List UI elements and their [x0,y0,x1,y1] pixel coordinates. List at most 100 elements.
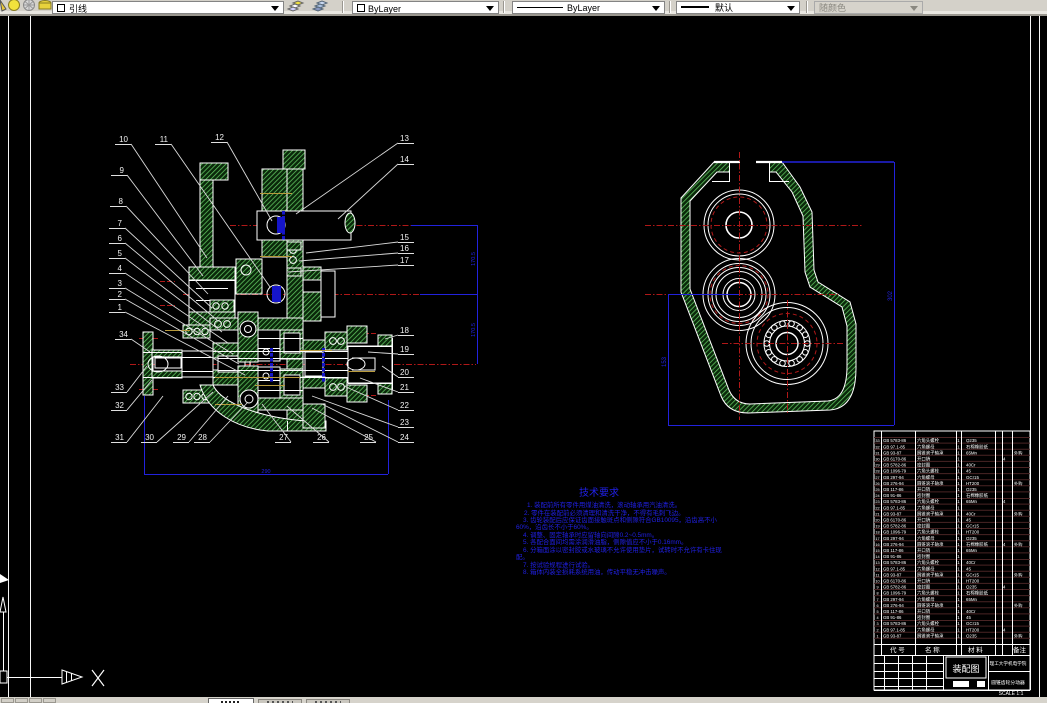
svg-text:6: 6 [118,234,123,243]
svg-text:34: 34 [119,330,128,339]
svg-text:GB 91-86: GB 91-86 [883,554,902,559]
svg-text:材 料: 材 料 [968,645,983,654]
svg-text:HT200: HT200 [966,530,980,535]
svg-text:40Cr: 40Cr [966,609,976,614]
svg-text:1: 1 [957,566,960,571]
svg-text:65Mn: 65Mn [966,499,978,504]
svg-text:19: 19 [400,345,409,354]
svg-text:GB 91-86: GB 91-86 [883,615,902,620]
svg-text:1: 1 [957,493,960,498]
svg-text:30: 30 [145,433,154,442]
svg-text:GB 97.1-85: GB 97.1-85 [883,627,906,632]
svg-text:GB 5783-86: GB 5783-86 [883,560,907,565]
svg-text:4: 4 [118,264,123,273]
svg-text:代 号: 代 号 [890,645,905,654]
svg-text:1: 1 [118,303,123,312]
svg-text:GB 93-87: GB 93-87 [883,572,902,577]
svg-text:圆锥齿轮分动器: 圆锥齿轮分动器 [991,679,1025,686]
svg-text:GB 5783-86: GB 5783-86 [883,621,907,626]
svg-text:8. 箱体内装全损耗系统用油，传动平稳无冲击噪声。: 8. 箱体内装全损耗系统用油，传动平稳无冲击噪声。 [523,567,671,576]
svg-text:1: 1 [957,627,960,632]
svg-text:65Mn: 65Mn [966,548,978,553]
svg-text:23: 23 [400,418,409,427]
svg-text:7. 按试验规程进行试验。: 7. 按试验规程进行试验。 [523,560,594,569]
svg-text:33: 33 [115,383,124,392]
svg-text:18: 18 [400,326,409,335]
svg-text:3. 齿轮装配后应保证齿面接触斑点和侧隙符合GB10095，: 3. 齿轮装配后应保证齿面接触斑点和侧隙符合GB10095，沿齿高不小 [523,515,717,524]
svg-text:GB 276-94: GB 276-94 [883,603,904,608]
svg-text:配。: 配。 [516,553,529,561]
svg-text:45: 45 [966,469,971,474]
svg-text:45: 45 [966,566,971,571]
svg-text:GB 117-86: GB 117-86 [883,609,904,614]
svg-text:4: 4 [1003,457,1006,462]
svg-text:10: 10 [119,135,128,144]
svg-text:理工大学机电学院: 理工大学机电学院 [990,660,1027,667]
svg-text:4: 4 [1003,585,1006,590]
svg-text:6. 分箱面涂以密封胶或水玻璃不允许使用垫片，试转时不允许有: 6. 分箱面涂以密封胶或水玻璃不允许使用垫片，试转时不允许有卡住现 [523,545,722,554]
svg-text:GB 5782-86: GB 5782-86 [883,463,907,468]
svg-text:5: 5 [118,249,123,258]
svg-text:技术要求: 技术要求 [579,486,619,499]
svg-text:1: 1 [957,511,960,516]
svg-text:1: 1 [957,554,960,559]
svg-text:GB 6170-86: GB 6170-86 [883,579,907,584]
svg-text:1: 1 [957,444,960,449]
svg-text:1: 1 [957,518,960,523]
svg-text:12: 12 [215,133,224,142]
svg-text:45: 45 [966,615,971,620]
svg-text:GB 297-94: GB 297-94 [883,597,904,602]
svg-text:1: 1 [957,524,960,529]
svg-text:Q235: Q235 [966,487,977,492]
svg-text:HT200: HT200 [966,579,980,584]
svg-text:1: 1 [957,438,960,443]
svg-text:1: 1 [957,572,960,577]
svg-text:60%，沿齿长不小于60%。: 60%，沿齿长不小于60%。 [516,522,593,531]
svg-text:1: 1 [957,487,960,492]
svg-text:1: 1 [957,536,960,541]
svg-text:29: 29 [177,433,186,442]
svg-text:1: 1 [957,481,960,486]
svg-text:1. 装配前所有零件用煤油清洗，滚动轴承用汽油清洗。: 1. 装配前所有零件用煤油清洗，滚动轴承用汽油清洗。 [527,500,681,509]
svg-text:7: 7 [118,219,123,228]
svg-text:13: 13 [400,134,409,143]
svg-text:1: 1 [957,609,960,614]
svg-text:1: 1 [957,463,960,468]
svg-text:HT200: HT200 [966,481,980,486]
svg-text:2: 2 [118,290,123,299]
svg-text:14: 14 [875,555,879,559]
svg-text:1: 1 [957,615,960,620]
svg-text:24: 24 [875,494,879,498]
svg-text:170.5: 170.5 [471,323,477,337]
svg-text:170.5: 170.5 [471,252,477,266]
svg-text:GCr15: GCr15 [966,621,979,626]
svg-text:Q235: Q235 [966,438,977,443]
svg-text:GB 93-87: GB 93-87 [883,511,902,516]
svg-text:GB 97.1-85: GB 97.1-85 [883,444,906,449]
svg-text:11: 11 [160,135,169,144]
svg-text:290: 290 [261,469,270,475]
svg-text:28: 28 [198,433,207,442]
svg-text:22: 22 [400,401,409,410]
svg-text:GB 1096-79: GB 1096-79 [883,591,907,596]
svg-text:GB 93-87: GB 93-87 [883,633,902,638]
svg-text:1: 1 [957,542,960,547]
svg-text:15: 15 [400,233,409,242]
svg-text:1: 1 [957,603,960,608]
svg-text:1: 1 [957,457,960,462]
svg-text:GB 97.1-85: GB 97.1-85 [883,505,906,510]
svg-text:14: 14 [400,155,409,164]
svg-text:17: 17 [400,256,409,265]
svg-text:GCr15: GCr15 [966,524,979,529]
svg-text:32: 32 [875,445,879,449]
svg-text:GB 5782-86: GB 5782-86 [883,585,907,590]
svg-text:22: 22 [875,506,879,510]
svg-text:GB 6170-86: GB 6170-86 [883,457,907,462]
svg-text:1: 1 [957,597,960,602]
svg-text:Q235: Q235 [966,536,977,541]
svg-text:1: 1 [957,475,960,480]
svg-text:25: 25 [364,433,373,442]
svg-text:GB 1096-79: GB 1096-79 [883,469,907,474]
svg-text:GB 5782-86: GB 5782-86 [883,524,907,529]
svg-text:153: 153 [662,356,668,367]
